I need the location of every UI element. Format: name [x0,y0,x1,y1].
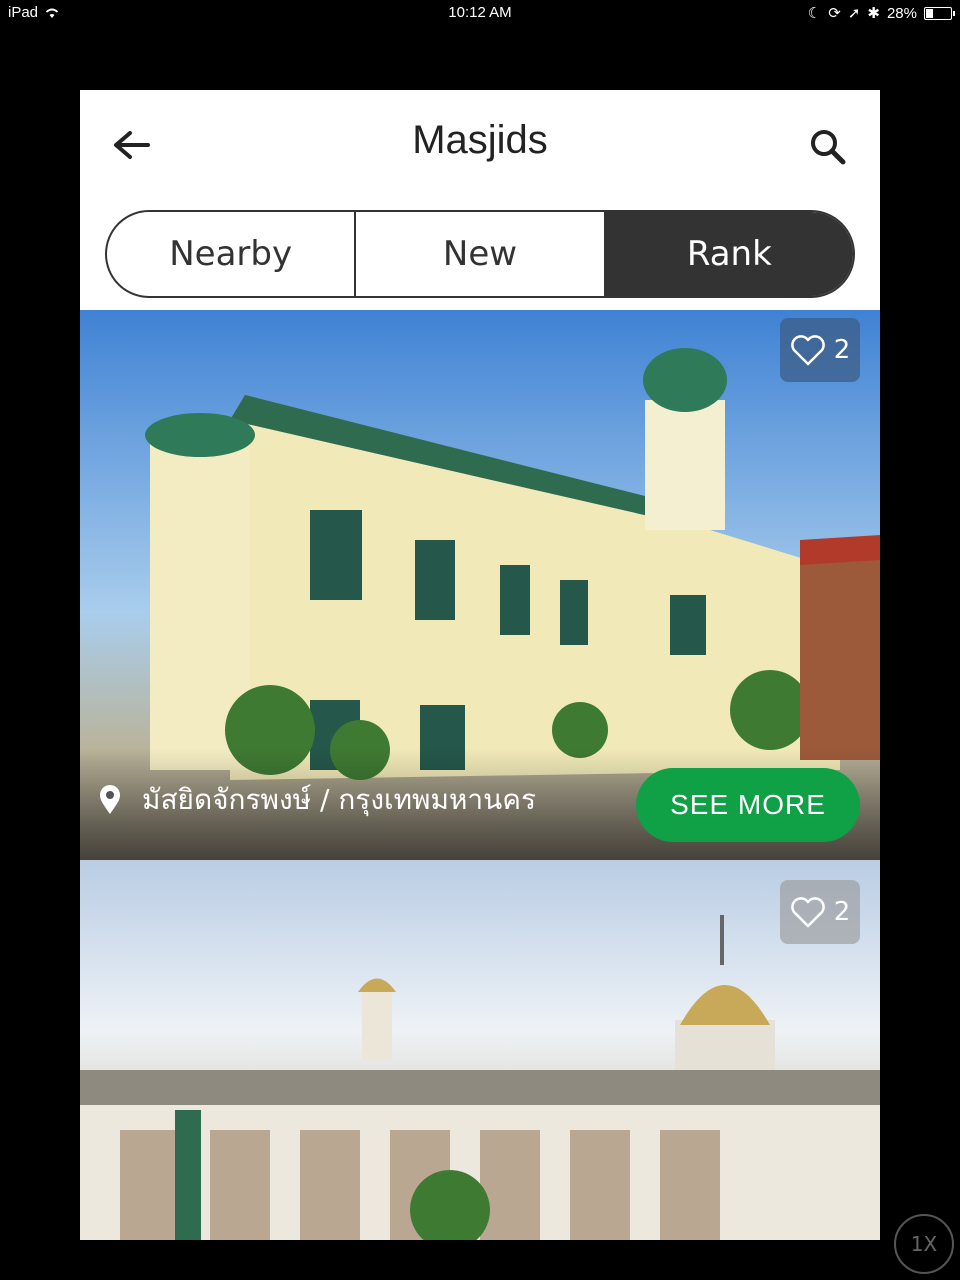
rotation-lock-icon: ⟳ [828,5,841,22]
heart-icon [790,335,825,366]
search-icon [811,130,846,165]
masjid-photo [80,860,880,1240]
search-button[interactable] [806,125,850,169]
see-more-button[interactable]: SEE MORE [636,768,860,842]
masjid-card[interactable]: 2 [80,860,880,1240]
battery-level [926,8,934,18]
segmented-tabs: Nearby New Rank [105,210,855,298]
tab-new[interactable]: New [354,212,603,296]
like-count: 2 [833,897,851,927]
battery-percent: 28% [886,4,917,22]
top-bar: Masjids [80,90,880,200]
masjid-card[interactable]: 2 มัสยิดจักรพงษ์ / กรุงเทพมหานคร SEE MOR… [80,310,880,860]
app-window: Masjids Nearby New Rank 2 มัสยิดจักรพงษ์… [80,90,880,1240]
like-count: 2 [833,335,851,365]
location-arrow-icon: ➚ [847,5,861,22]
caption-bar: มัสยิดจักรพงษ์ / กรุงเทพมหานคร SEE MORE [80,748,880,860]
bluetooth-icon: ✱ [867,5,880,22]
tab-rank[interactable]: Rank [603,212,853,296]
status-right: ☾ ⟳ ➚ ✱ 28% [807,4,955,22]
heart-icon [790,897,825,928]
map-pin-icon [100,785,120,814]
status-bar: iPad 10:12 AM ☾ ⟳ ➚ ✱ 28% [0,0,960,28]
moon-icon: ☾ [807,5,822,22]
location-text: มัสยิดจักรพงษ์ / กรุงเทพมหานคร [142,783,537,816]
tab-nearby[interactable]: Nearby [107,212,354,296]
zoom-badge[interactable]: 1X [894,1214,954,1274]
location-label: มัสยิดจักรพงษ์ / กรุงเทพมหานคร [98,778,536,822]
page-title: Masjids [412,118,548,162]
battery-icon [924,6,955,20]
like-button[interactable]: 2 [780,318,860,382]
like-button[interactable]: 2 [780,880,860,944]
